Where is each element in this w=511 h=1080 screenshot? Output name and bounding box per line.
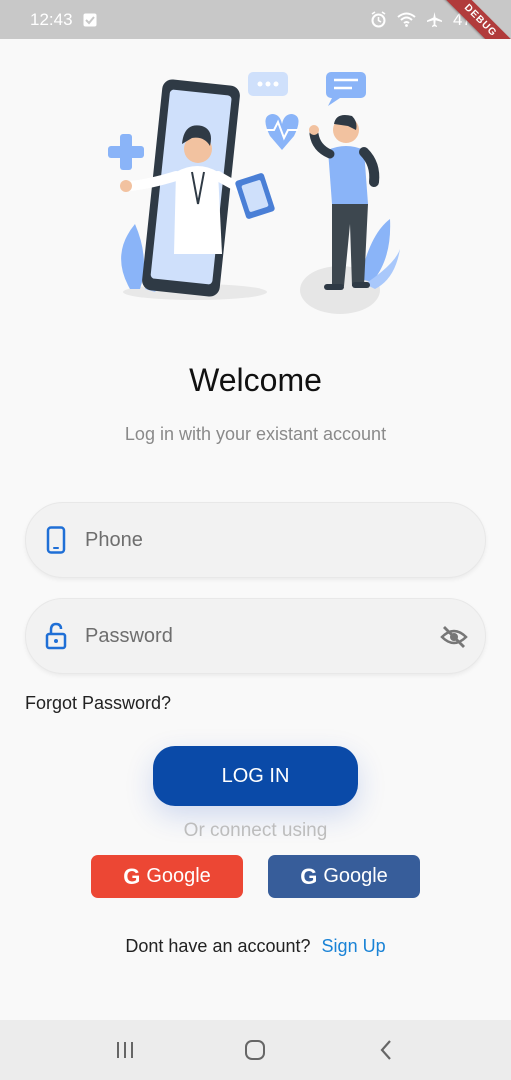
smartphone-icon	[45, 526, 67, 554]
status-time: 12:43	[30, 9, 73, 29]
page-subtitle: Log in with your existant account	[124, 424, 387, 444]
recent-apps-icon[interactable]	[105, 1030, 145, 1070]
google-icon: G	[123, 863, 141, 889]
signup-prompt: Dont have an account?	[125, 936, 311, 956]
back-icon[interactable]	[366, 1030, 406, 1070]
wifi-icon	[397, 12, 416, 27]
google-icon: G	[300, 863, 318, 889]
home-icon[interactable]	[235, 1030, 275, 1070]
google-button-label: Google	[146, 865, 211, 887]
alarm-icon	[370, 11, 387, 28]
airplane-icon	[426, 11, 443, 28]
page-title: Welcome	[189, 362, 322, 398]
phone-field[interactable]	[25, 502, 486, 578]
doctor-telemedicine-illustration	[100, 64, 410, 324]
google-button-blue[interactable]: G Google	[268, 855, 420, 898]
task-check-icon	[83, 13, 97, 27]
login-button[interactable]: LOG IN	[153, 746, 358, 806]
phone-input[interactable]	[85, 528, 425, 552]
signup-row: Dont have an account? Sign Up	[0, 936, 511, 957]
lock-open-icon	[45, 622, 67, 650]
status-left: 12:43	[30, 10, 97, 30]
google-button-label: Google	[323, 865, 388, 887]
signup-link[interactable]: Sign Up	[322, 936, 386, 956]
forgot-password-link[interactable]: Forgot Password?	[25, 693, 171, 714]
connect-using-text: Or connect using	[183, 820, 328, 841]
status-bar: 12:43 47% DEBUG	[0, 0, 511, 39]
system-nav-bar	[0, 1020, 511, 1080]
google-button-red[interactable]: G Google	[91, 855, 243, 898]
password-field[interactable]	[25, 598, 486, 674]
visibility-off-icon[interactable]	[439, 623, 469, 651]
password-input[interactable]	[85, 624, 425, 648]
